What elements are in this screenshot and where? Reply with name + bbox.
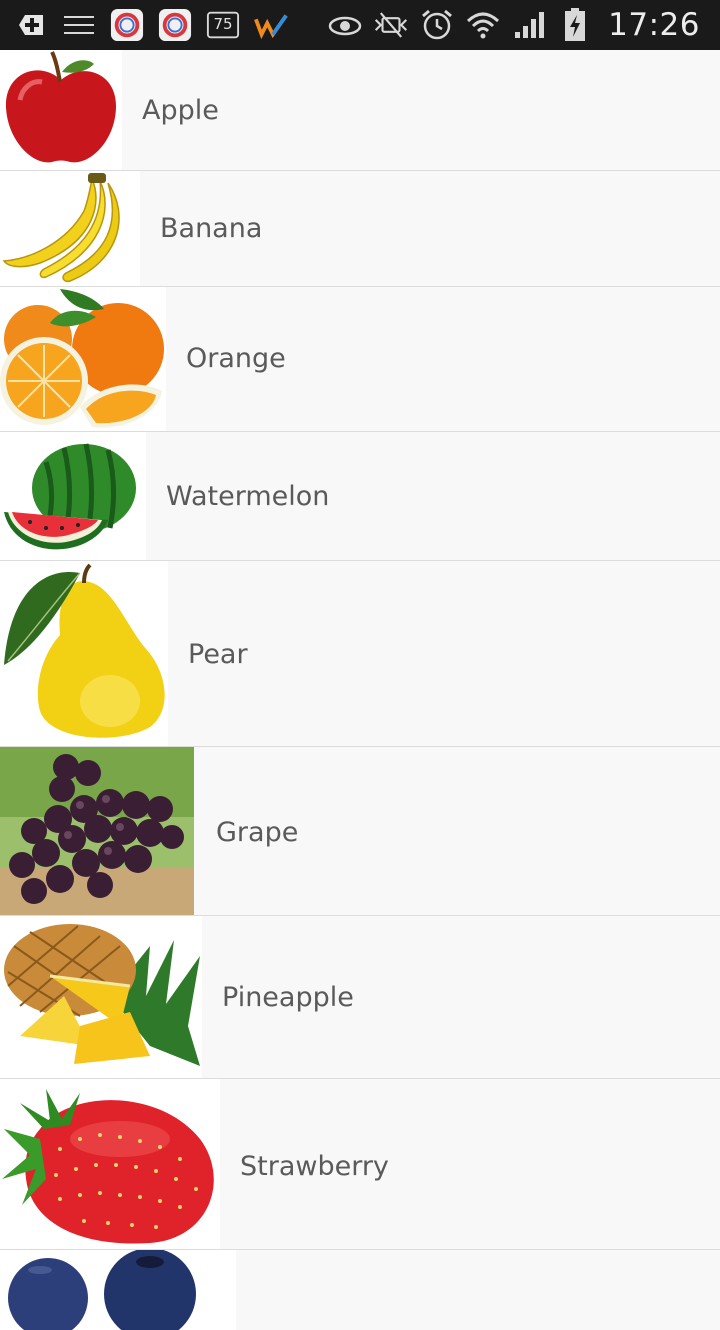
badge-number: 75: [213, 15, 233, 33]
banana-image: [0, 171, 140, 286]
add-icon: [14, 8, 48, 42]
list-item-blueberry[interactable]: [0, 1250, 720, 1330]
list-item-grape[interactable]: Grape: [0, 747, 720, 916]
list-item-banana[interactable]: Banana: [0, 171, 720, 287]
mute-icon: [374, 8, 408, 42]
wifi-icon: [466, 8, 500, 42]
alarm-icon: [420, 8, 454, 42]
fruit-label: Banana: [160, 213, 263, 244]
fruit-label: Pear: [188, 639, 248, 670]
fruit-label: Apple: [142, 95, 219, 126]
clock-time: 17:26: [608, 7, 700, 43]
menu-lines-icon: [62, 8, 96, 42]
signal-icon: [512, 8, 546, 42]
list-item-pineapple[interactable]: Pineapple: [0, 916, 720, 1079]
fruit-label: Grape: [216, 817, 299, 848]
strawberry-image: [0, 1079, 220, 1249]
fruit-label: Pineapple: [222, 982, 354, 1013]
eye-icon: [328, 8, 362, 42]
list-item-strawberry[interactable]: Strawberry: [0, 1079, 720, 1250]
app-ring-icon: [158, 8, 192, 42]
watermelon-image: [0, 432, 146, 560]
orange-image: [0, 287, 166, 431]
battery-charging-icon: [558, 8, 592, 42]
blueberry-image: [0, 1250, 236, 1330]
fruit-label: Strawberry: [240, 1151, 389, 1182]
w-check-icon: [254, 8, 288, 42]
list-item-orange[interactable]: Orange: [0, 287, 720, 432]
status-bar: 75 17:26: [0, 0, 720, 50]
count-badge-icon: 75: [206, 8, 240, 42]
list-item-watermelon[interactable]: Watermelon: [0, 432, 720, 561]
fruit-label: Watermelon: [166, 481, 330, 512]
pear-image: [0, 561, 168, 746]
fruit-label: Orange: [186, 343, 286, 374]
pineapple-image: [0, 916, 202, 1078]
apple-image: [0, 50, 122, 170]
grape-image: [0, 747, 194, 915]
list-item-pear[interactable]: Pear: [0, 561, 720, 747]
app-ring-icon: [110, 8, 144, 42]
list-item-apple[interactable]: Apple: [0, 50, 720, 171]
